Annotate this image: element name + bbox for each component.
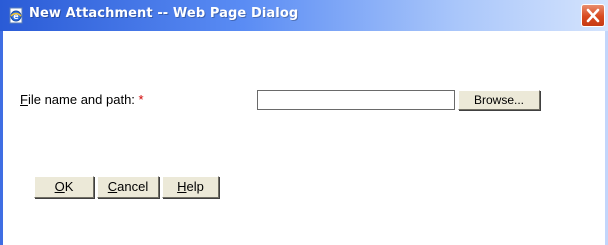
- file-name-label: File name and path: *: [20, 92, 144, 107]
- dialog-title: New Attachment -- Web Page Dialog: [29, 6, 299, 21]
- ok-label: K: [64, 179, 74, 194]
- title-bar[interactable]: e New Attachment -- Web Page Dialog: [0, 0, 608, 31]
- browse-button[interactable]: Browse...: [458, 90, 540, 110]
- file-path-input[interactable]: [257, 90, 455, 110]
- cancel-mnemonic: C: [107, 179, 118, 194]
- svg-text:e: e: [13, 12, 19, 21]
- help-button[interactable]: Help: [162, 176, 219, 198]
- cancel-button[interactable]: Cancel: [97, 176, 159, 198]
- help-mnemonic: H: [177, 179, 187, 194]
- dialog-content: File name and path: * Browse... OK Cance…: [3, 31, 605, 245]
- ok-mnemonic: O: [54, 179, 65, 194]
- file-label-mnemonic: F: [20, 92, 28, 107]
- help-label: elp: [186, 179, 204, 194]
- ok-button[interactable]: OK: [34, 176, 94, 198]
- web-page-dialog: e New Attachment -- Web Page Dialog File…: [0, 0, 608, 245]
- required-marker: *: [138, 92, 144, 107]
- close-button[interactable]: [581, 4, 605, 27]
- ie-page-icon: e: [9, 7, 23, 24]
- cancel-label: ancel: [117, 179, 149, 194]
- close-x-icon: [586, 8, 600, 23]
- file-label-text: ile name and path:: [27, 92, 139, 107]
